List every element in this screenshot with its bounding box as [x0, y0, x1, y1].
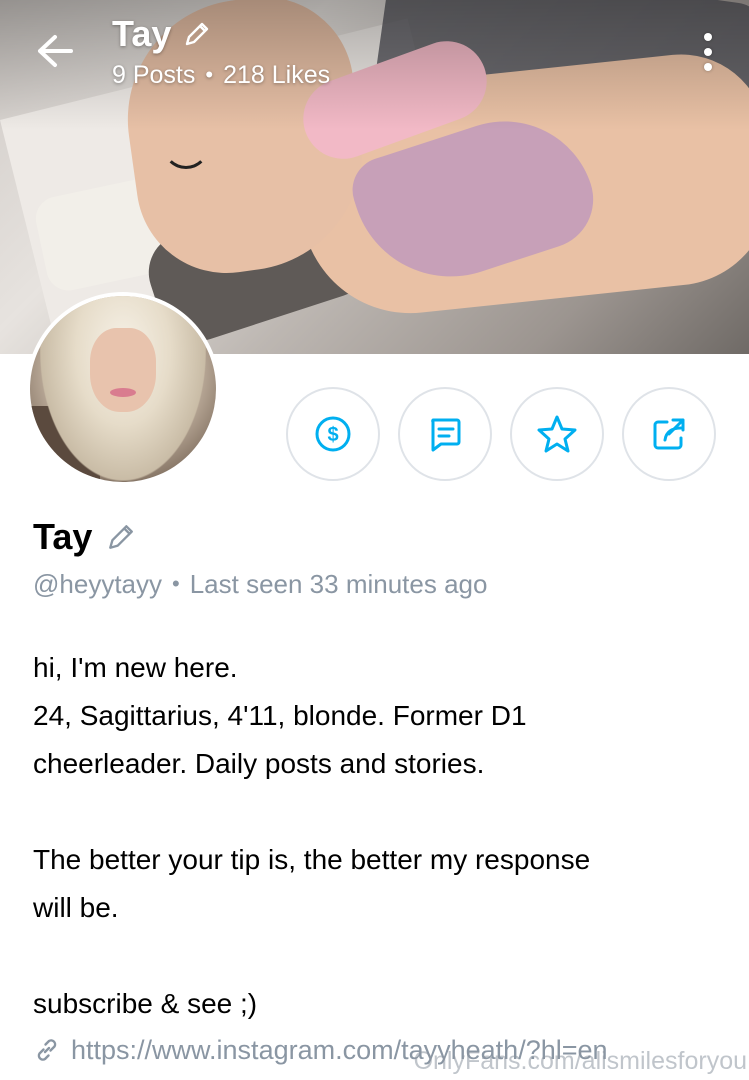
- header-title: Tay: [112, 13, 172, 54]
- bio-line: hi, I'm new here.: [33, 652, 238, 683]
- bio-spacer: [33, 788, 713, 836]
- share-button[interactable]: [622, 387, 716, 481]
- message-icon: [431, 418, 461, 452]
- more-vertical-icon: [704, 33, 712, 42]
- posts-count: 9 Posts: [112, 61, 196, 89]
- watermark: OnlyFans.com/alismilesforyou: [413, 1047, 747, 1075]
- more-dot: [704, 62, 712, 71]
- bio-line: will be.: [33, 892, 119, 923]
- profile-handle: @heyytayy: [33, 569, 162, 599]
- favorite-button[interactable]: [510, 387, 604, 481]
- last-seen: Last seen 33 minutes ago: [189, 569, 488, 599]
- bio-line: The better your tip is, the better my re…: [33, 844, 591, 875]
- stats-separator: •: [205, 62, 214, 87]
- svg-text:$: $: [327, 424, 338, 446]
- share-icon: [653, 418, 685, 450]
- dollar-circle-icon: $: [315, 416, 351, 452]
- cover-bracelet-shape: [163, 125, 209, 169]
- avatar-lips-shape: [110, 388, 136, 397]
- bio-spacer: [33, 932, 713, 980]
- profile-page: Tay 9 Posts • 218 Likes $ Tay @heyytayy …: [0, 0, 749, 1080]
- message-button[interactable]: [398, 387, 492, 481]
- profile-name-row: Tay: [33, 514, 136, 560]
- likes-count: 218 Likes: [223, 61, 331, 89]
- profile-bio: hi, I'm new here. 24, Sagittarius, 4'11,…: [33, 644, 713, 1028]
- star-icon: [537, 415, 577, 453]
- header-stats: 9 Posts • 218 Likes: [112, 58, 330, 92]
- avatar-face-shape: [90, 328, 156, 412]
- profile-name: Tay: [33, 516, 93, 557]
- profile-actions: $: [286, 387, 716, 481]
- pencil-icon[interactable]: [183, 20, 211, 48]
- avatar-photo: [30, 296, 216, 482]
- tip-button[interactable]: $: [286, 387, 380, 481]
- link-icon: [37, 1039, 57, 1061]
- more-dot: [704, 47, 712, 56]
- back-button[interactable]: [30, 26, 80, 76]
- bio-line: 24, Sagittarius, 4'11, blonde. Former D1: [33, 700, 527, 731]
- arrow-left-icon: [38, 35, 73, 67]
- pencil-icon[interactable]: [106, 522, 136, 552]
- bio-line: subscribe & see ;): [33, 988, 258, 1019]
- avatar[interactable]: [26, 292, 220, 486]
- bio-line: cheerleader. Daily posts and stories.: [33, 748, 485, 779]
- more-menu-button[interactable]: [693, 30, 723, 74]
- meta-separator: •: [172, 571, 180, 596]
- header: Tay 9 Posts • 218 Likes: [112, 12, 330, 92]
- profile-meta: @heyytayy • Last seen 33 minutes ago: [33, 566, 487, 602]
